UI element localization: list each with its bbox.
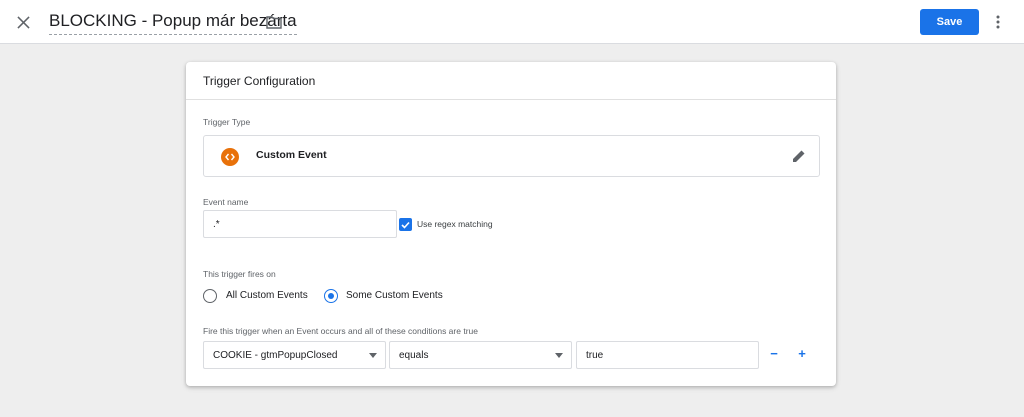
condition-variable-select[interactable]: COOKIE - gtmPopupClosed xyxy=(203,341,386,369)
edit-pencil-icon[interactable] xyxy=(791,148,807,164)
trigger-configuration-card: Trigger Configuration Trigger Type Custo… xyxy=(186,62,836,386)
radio-all-custom-events-label: All Custom Events xyxy=(226,290,308,301)
check-icon xyxy=(401,221,410,229)
condition-variable-value: COOKIE - gtmPopupClosed xyxy=(213,350,338,361)
tag-title[interactable]: BLOCKING - Popup már bezárta xyxy=(49,11,297,35)
fires-on-label: This trigger fires on xyxy=(203,269,276,279)
radio-all-custom-events[interactable] xyxy=(203,289,217,303)
card-title: Trigger Configuration xyxy=(186,62,836,100)
top-bar: BLOCKING - Popup már bezárta Save xyxy=(0,0,1024,44)
condition-operator-select[interactable]: equals xyxy=(389,341,572,369)
add-condition-button[interactable]: + xyxy=(794,346,810,362)
folder-icon[interactable] xyxy=(264,12,284,32)
event-name-input[interactable]: .* xyxy=(203,210,397,238)
radio-some-custom-events-label: Some Custom Events xyxy=(346,290,443,301)
trigger-type-selector[interactable]: Custom Event xyxy=(203,135,820,177)
remove-condition-button[interactable]: − xyxy=(766,346,782,362)
chevron-down-icon xyxy=(369,353,377,358)
regex-label: Use regex matching xyxy=(417,219,493,229)
condition-label: Fire this trigger when an Event occurs a… xyxy=(203,326,478,336)
radio-some-custom-events[interactable] xyxy=(324,289,338,303)
trigger-type-name: Custom Event xyxy=(256,149,327,161)
save-button[interactable]: Save xyxy=(920,9,979,35)
close-icon[interactable] xyxy=(12,11,34,33)
more-vert-icon[interactable] xyxy=(989,11,1007,33)
condition-value-input[interactable]: true xyxy=(576,341,759,369)
custom-event-icon xyxy=(221,148,239,166)
trigger-type-label: Trigger Type xyxy=(203,117,251,127)
chevron-down-icon xyxy=(555,353,563,358)
regex-checkbox[interactable] xyxy=(399,218,412,231)
condition-operator-value: equals xyxy=(399,350,429,361)
event-name-label: Event name xyxy=(203,197,249,207)
